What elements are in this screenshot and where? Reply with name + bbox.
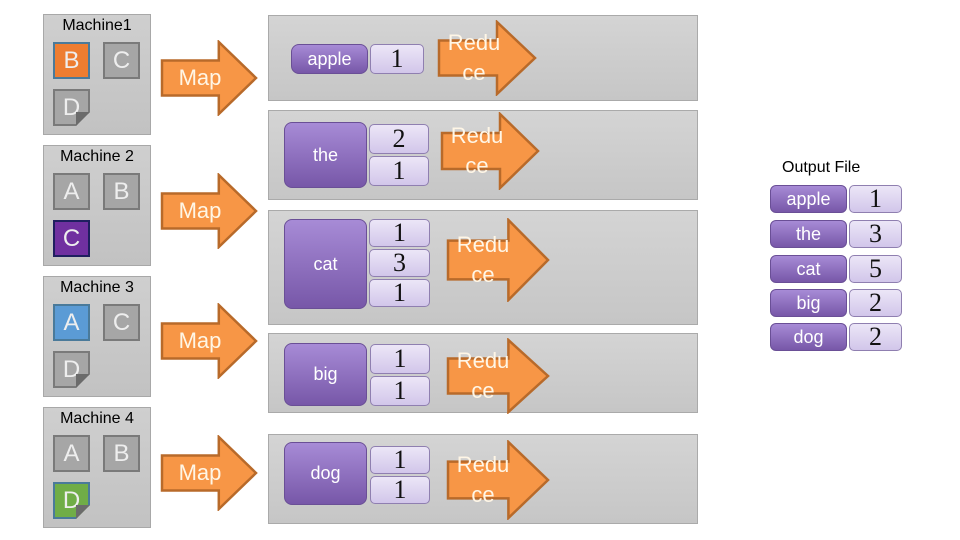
data-block: D	[53, 482, 90, 519]
map-label: Map	[178, 65, 222, 90]
output-key: the	[770, 220, 847, 248]
output-count: 3	[849, 219, 902, 248]
reduce-arrow: Reduce	[446, 440, 550, 520]
map-arrow: Map	[160, 435, 258, 511]
data-block: C	[103, 304, 140, 341]
count-cell: 1	[370, 44, 424, 74]
map-label: Map	[178, 328, 222, 353]
output-key: cat	[770, 255, 847, 283]
data-block: A	[53, 435, 90, 472]
machine-title: Machine 2	[60, 148, 134, 165]
output-count: 2	[849, 322, 902, 351]
count-cell: 1	[370, 376, 430, 406]
data-block: B	[103, 435, 140, 472]
data-block: B	[103, 173, 140, 210]
page-fold-icon	[76, 374, 90, 388]
reduce-label: Reduce	[456, 452, 510, 507]
key-pill: the	[284, 122, 367, 188]
count-cell: 1	[370, 445, 430, 474]
count-cell: 1	[370, 475, 430, 504]
output-key: dog	[770, 323, 847, 351]
output-key: apple	[770, 185, 847, 213]
output-count: 1	[849, 184, 902, 213]
reduce-arrow: Reduce	[440, 112, 540, 190]
count-cell: 1	[369, 278, 430, 307]
data-block: C	[53, 220, 90, 257]
map-label: Map	[178, 198, 222, 223]
output-count: 2	[849, 288, 902, 317]
map-arrow: Map	[160, 173, 258, 249]
machine-title: Machine1	[62, 17, 132, 34]
data-block: A	[53, 304, 90, 341]
data-block: B	[53, 42, 90, 79]
key-pill: cat	[284, 219, 367, 309]
machine-title: Machine 4	[60, 410, 134, 427]
output-key: big	[770, 289, 847, 317]
data-block: A	[53, 173, 90, 210]
machine-box: Machine 4 ABD	[43, 407, 151, 528]
machine-title: Machine 3	[60, 279, 134, 296]
data-block: C	[103, 42, 140, 79]
key-pill: big	[284, 343, 367, 406]
map-arrow: Map	[160, 303, 258, 379]
map-label: Map	[178, 460, 222, 485]
reduce-arrow: Reduce	[437, 20, 537, 96]
reduce-label: Reduce	[450, 123, 504, 178]
count-cell: 1	[370, 344, 430, 374]
key-pill: apple	[291, 44, 368, 74]
page-fold-icon	[76, 505, 90, 519]
output-count: 5	[849, 254, 902, 283]
reduce-arrow: Reduce	[446, 218, 550, 302]
count-cell: 1	[369, 156, 429, 186]
reduce-label: Reduce	[456, 348, 510, 403]
machine-box: Machine 3 ACD	[43, 276, 151, 397]
count-cell: 2	[369, 124, 429, 154]
reduce-label: Reduce	[447, 30, 501, 85]
machine-box: Machine1 B C D	[43, 14, 151, 135]
machine-box: Machine 2 ABC	[43, 145, 151, 266]
count-cell: 3	[369, 248, 430, 277]
reduce-label: Reduce	[456, 232, 510, 287]
page-fold-icon	[76, 112, 90, 126]
reduce-arrow: Reduce	[446, 338, 550, 414]
map-arrow: Map	[160, 40, 258, 116]
key-pill: dog	[284, 442, 367, 505]
output-title: Output File	[782, 159, 861, 176]
data-block: D	[53, 351, 90, 388]
data-block: D	[53, 89, 90, 126]
count-cell: 1	[369, 218, 430, 247]
